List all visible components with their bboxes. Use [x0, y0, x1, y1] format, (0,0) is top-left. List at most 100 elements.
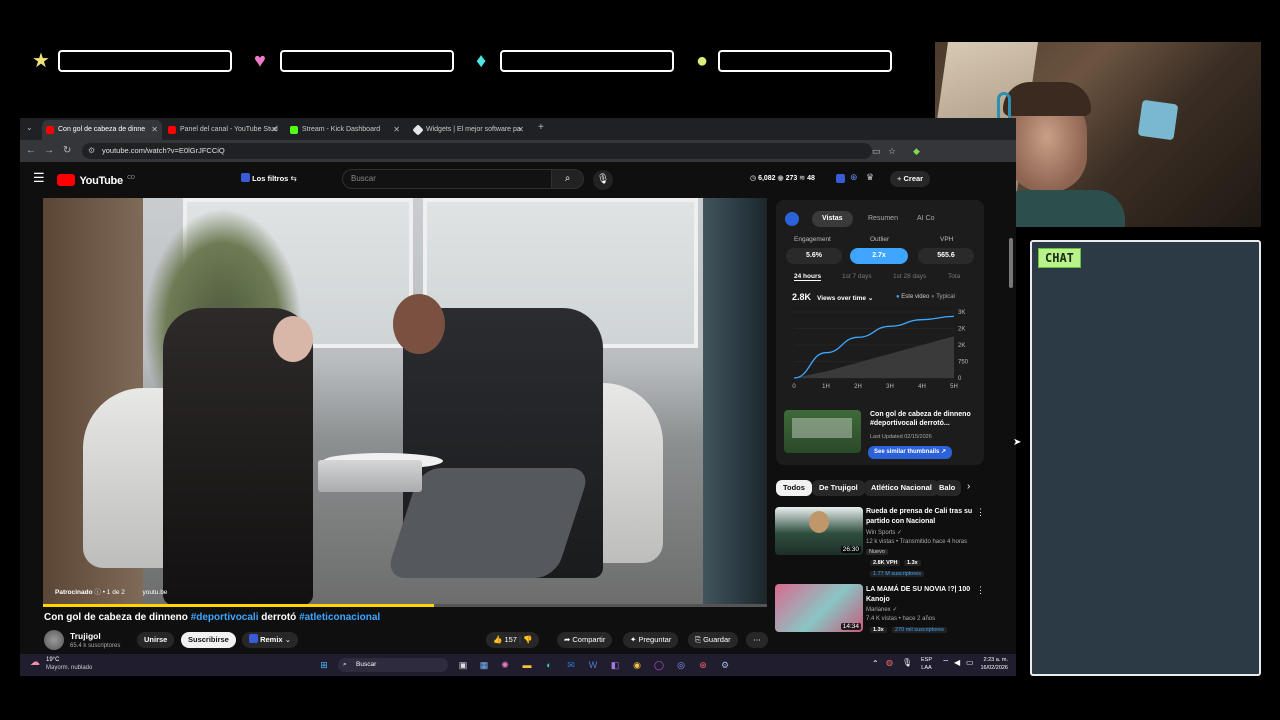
video-player[interactable]: Patrocinado ⓘ • 1 de 2 youtu.be: [43, 198, 767, 605]
suggestion-title[interactable]: Rueda de prensa de Cali tras su partido …: [866, 507, 974, 526]
tray-mic-icon[interactable]: 🎙: [902, 658, 912, 667]
views-mode-select[interactable]: Views over time ⌄: [817, 294, 873, 302]
clock[interactable]: 2:23 a. m. 16/02/2026: [976, 656, 1008, 672]
join-button[interactable]: Unirse: [137, 632, 175, 648]
tab-youtube-video[interactable]: Con gol de cabeza de dinne ✕: [42, 120, 162, 140]
microphone-icon[interactable]: 🎙: [593, 170, 613, 190]
youtube-logo[interactable]: YouTube CO: [57, 172, 135, 187]
forward-icon[interactable]: →: [44, 144, 54, 158]
tab-widgets[interactable]: Widgets | El mejor software pa ✕: [410, 120, 528, 140]
similar-thumbnails-button[interactable]: See similar thumbnails ↗: [868, 446, 953, 459]
tubebuddy-header-icon[interactable]: [836, 174, 845, 183]
app-red-icon[interactable]: ⊛: [696, 658, 710, 672]
word-icon[interactable]: W: [586, 658, 600, 672]
obs-icon[interactable]: ◯: [652, 658, 666, 672]
outlook-icon[interactable]: ✉: [564, 658, 578, 672]
like-button[interactable]: 👍 157 | 👎: [486, 632, 540, 648]
subscribe-button[interactable]: Suscribirse: [181, 632, 236, 648]
search-input[interactable]: Buscar: [342, 169, 552, 189]
chip-atletico[interactable]: Atlético Nacional: [864, 480, 939, 496]
youtube-favicon-icon: [46, 126, 54, 134]
hashtag-atleticonacional[interactable]: #atleticonacional: [299, 612, 380, 623]
taskbar-search[interactable]: ⌕ Buscar: [338, 658, 448, 672]
reload-icon[interactable]: ↻: [63, 144, 71, 158]
app-purple-icon[interactable]: ◧: [608, 658, 622, 672]
thumbs-down-icon[interactable]: 👎: [523, 635, 532, 644]
store-icon[interactable]: ▦: [477, 658, 491, 672]
bookmark-star-icon[interactable]: ☆: [888, 144, 896, 158]
chip-trujigol[interactable]: De Trujigol: [812, 480, 865, 496]
create-button[interactable]: + Crear: [890, 171, 931, 187]
ask-button[interactable]: ✦ Preguntar: [623, 632, 679, 648]
more-actions-button[interactable]: ⋯: [746, 632, 768, 648]
channel-name[interactable]: Trujigol: [70, 631, 101, 641]
scrollbar[interactable]: [1009, 238, 1013, 288]
install-icon[interactable]: ▭: [872, 144, 881, 158]
tray-app-icon[interactable]: ◍: [886, 658, 893, 667]
tab-youtube-studio[interactable]: Panel del canal - YouTube Stud ✕: [164, 120, 282, 140]
chrome-icon[interactable]: ◉: [630, 658, 644, 672]
tray-chevron-icon[interactable]: ⌃: [872, 659, 879, 668]
chip-balo[interactable]: Balo: [935, 480, 961, 496]
panel-tab-ai[interactable]: AI Co: [917, 211, 935, 227]
suggestion-meta: 7.4 K vistas • hace 2 años: [866, 616, 936, 622]
woman-head: [273, 316, 313, 362]
suggestion-channel[interactable]: Marianex ✓: [866, 606, 897, 613]
settings-icon[interactable]: ⚙: [718, 658, 732, 672]
suggestion-thumbnail[interactable]: 26:30: [775, 507, 863, 555]
range-28d[interactable]: 1st 28 days: [893, 273, 926, 280]
extension-icon[interactable]: ◆: [913, 144, 920, 158]
wifi-icon[interactable]: ⌔: [942, 658, 950, 668]
windows-start-icon[interactable]: ⊞: [317, 658, 331, 672]
range-total[interactable]: Tota: [948, 273, 960, 280]
volume-icon[interactable]: ◀: [954, 658, 960, 667]
more-vertical-icon[interactable]: ⋮: [976, 585, 985, 596]
edge-icon[interactable]: ◐: [542, 658, 556, 672]
search-button[interactable]: ⌕: [552, 169, 584, 189]
chip-all[interactable]: Todos: [776, 480, 812, 496]
views-total: 2.8K: [792, 292, 812, 302]
copilot-icon[interactable]: ✺: [498, 658, 512, 672]
chevron-right-icon[interactable]: ›: [967, 481, 970, 492]
weather-temp[interactable]: 19°C: [46, 657, 59, 663]
hashtag-deportivocali[interactable]: #deportivocali: [191, 612, 259, 623]
panel-tab-summary[interactable]: Resumen: [868, 211, 898, 227]
filters-button[interactable]: Los filtros ⇆: [234, 171, 304, 187]
url-field[interactable]: ⚙ youtube.com/watch?v=E0lGrJFCCiQ: [82, 143, 872, 159]
task-view-icon[interactable]: ▣: [456, 658, 470, 672]
tab-search-icon[interactable]: ⌄: [26, 121, 33, 135]
remix-button[interactable]: Remix ⌄: [242, 632, 298, 648]
suggestion-thumbnail[interactable]: 14:34: [775, 584, 863, 632]
new-tab-icon[interactable]: +: [538, 121, 544, 135]
range-24h[interactable]: 24 hours: [794, 273, 822, 281]
extension-alt-icon[interactable]: ⊕: [850, 172, 858, 183]
site-info-icon[interactable]: ⚙: [88, 143, 95, 159]
suggestion-channel[interactable]: Win Sports ✓: [866, 529, 902, 536]
app-circle-icon[interactable]: ◎: [674, 658, 688, 672]
laptop: [318, 460, 422, 492]
channel-avatar[interactable]: [44, 630, 64, 650]
video-progress-bar[interactable]: [43, 604, 767, 607]
range-7d[interactable]: 1st 7 days: [842, 273, 872, 280]
language-indicator[interactable]: ESP LAA: [921, 656, 932, 672]
more-vertical-icon[interactable]: ⋮: [976, 507, 985, 518]
featured-thumbnail[interactable]: [784, 410, 861, 453]
tab-kick-dashboard[interactable]: Stream - Kick Dashboard ✕: [286, 120, 404, 140]
close-icon[interactable]: ✕: [393, 120, 400, 140]
trophy-icon[interactable]: ♛: [866, 172, 874, 183]
weather-icon[interactable]: ☁: [30, 657, 40, 668]
battery-icon[interactable]: ▭: [966, 658, 974, 667]
ask-label: Preguntar: [638, 635, 672, 644]
back-icon[interactable]: ←: [26, 144, 36, 158]
file-explorer-icon[interactable]: ▬: [520, 658, 534, 672]
info-icon[interactable]: ⓘ: [94, 589, 101, 596]
save-button[interactable]: ⎘ Guardar: [688, 632, 738, 648]
close-icon[interactable]: ✕: [517, 120, 524, 140]
weather-desc[interactable]: Mayorm. nublado: [46, 665, 92, 671]
panel-tab-views[interactable]: Vistas: [812, 211, 853, 227]
close-icon[interactable]: ✕: [151, 120, 158, 140]
suggestion-title[interactable]: LA MAMÁ DE SU NOVIA !?| 100 Kanojo: [866, 585, 974, 604]
share-button[interactable]: ➦ Compartir: [557, 632, 613, 648]
menu-icon[interactable]: ☰: [33, 171, 45, 185]
close-icon[interactable]: ✕: [271, 120, 278, 140]
